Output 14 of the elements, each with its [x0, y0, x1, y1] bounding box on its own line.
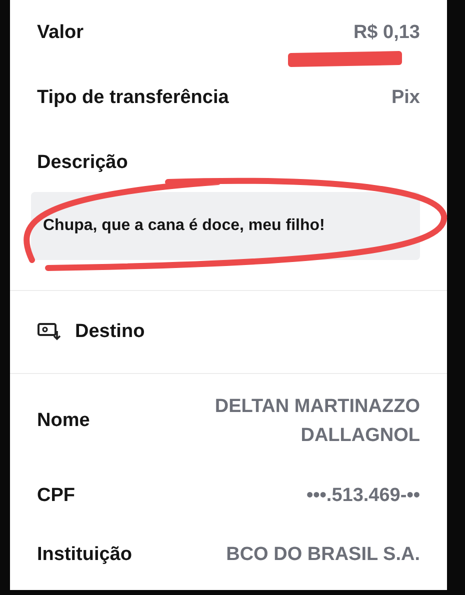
field-value: DELTAN MARTINAZZO DALLAGNOL	[214, 395, 420, 448]
field-value: BCO DO BRASIL S.A.	[226, 544, 420, 566]
field-value: R$ 0,13	[353, 22, 420, 44]
screen-arrow-icon	[37, 322, 61, 342]
field-label: Instituição	[37, 544, 132, 566]
field-value: Pix	[391, 87, 420, 109]
field-label: Valor	[37, 22, 84, 44]
description-text: Chupa, que a cana é doce, meu filho!	[31, 192, 420, 260]
section-title: Destino	[75, 321, 145, 343]
field-label: Nome	[37, 410, 90, 432]
field-label: Tipo de transferência	[37, 87, 229, 109]
field-value: •••.513.469-••	[306, 485, 420, 507]
field-label: CPF	[37, 485, 75, 507]
field-label: Descrição	[37, 151, 129, 175]
